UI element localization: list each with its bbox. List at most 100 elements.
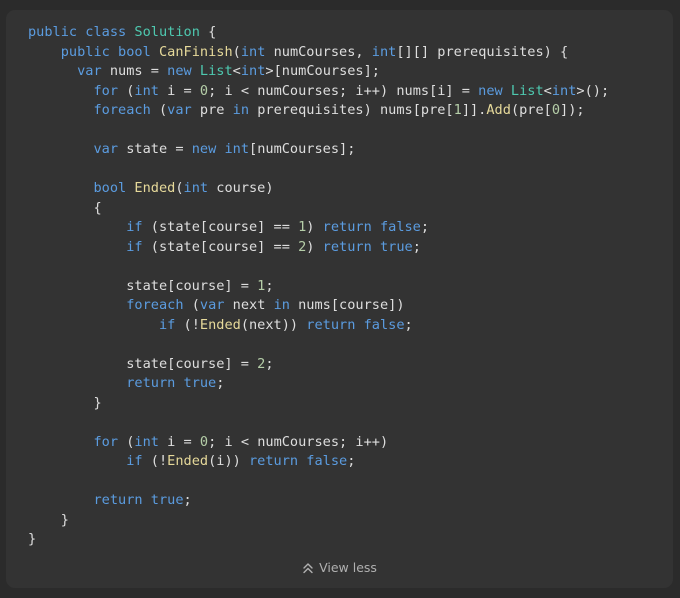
code-token-txt: (	[183, 297, 200, 313]
code-token-txt: ;	[412, 238, 421, 255]
code-token-kw: int	[240, 63, 266, 79]
code-token-txt: ;	[404, 316, 413, 333]
code-token-txt: ;	[420, 219, 430, 235]
code-token-kw: int	[134, 82, 159, 99]
code-token-kw: bool	[93, 180, 135, 196]
code-token-kw: for	[93, 82, 119, 99]
code-line: bool Ended(int course)	[28, 179, 609, 199]
code-line: public class Solution {	[28, 23, 609, 43]
code-token-kw: if	[126, 453, 143, 469]
code-line: var nums = new List<int>[numCourses];	[28, 62, 609, 82]
code-token-txt: ;	[347, 453, 356, 469]
code-token-txt: ;	[216, 375, 225, 391]
code-line: foreach (var pre in prerequisites) nums[…	[28, 101, 609, 121]
code-token-txt: {	[28, 199, 102, 216]
code-line: return true;	[28, 374, 609, 394]
code-line: foreach (var next in nums[course])	[28, 296, 609, 316]
code-token-txt: course)	[208, 180, 274, 196]
code-token-txt: [][] prerequisites) {	[396, 43, 569, 60]
code-token-num: 0	[551, 102, 561, 118]
code-token-num: 1	[453, 102, 462, 118]
code-token-fn: Ended	[199, 316, 241, 333]
code-line: }	[28, 530, 609, 550]
code-token-txt: (	[150, 102, 168, 118]
view-less-label: View less	[319, 560, 377, 575]
code-token-txt: i =	[158, 82, 200, 99]
code-token-txt: state[course] =	[28, 277, 258, 294]
code-token-txt: ; i < numCourses; i++) nums[i] =	[208, 82, 479, 99]
code-token-kw: int	[551, 82, 577, 99]
code-token-kw: var	[93, 141, 119, 157]
code-line: if (state[course] == 1) return false;	[28, 218, 609, 238]
code-token-txt: (!	[142, 453, 168, 469]
code-line: state[course] = 1;	[28, 277, 609, 297]
code-token-kw: for	[93, 433, 119, 450]
code-token-txt: (pre[	[510, 102, 552, 118]
code-line: for (int i = 0; i < numCourses; i++)	[28, 433, 609, 453]
code-token-txt: ]].	[461, 102, 487, 118]
code-line: var state = new int[numCourses];	[28, 140, 609, 160]
code-token-kw: int	[183, 180, 209, 196]
code-token-txt: }	[28, 394, 102, 411]
code-token-kw: in	[273, 297, 290, 313]
code-token-txt: <	[232, 63, 241, 79]
code-token-kw: foreach	[93, 102, 151, 118]
code-token-txt: numCourses,	[265, 43, 372, 60]
code-token-txt: state =	[118, 141, 192, 157]
code-token-kw: return false	[249, 453, 348, 469]
code-token-kw: if	[126, 238, 143, 255]
code-line: state[course] = 2;	[28, 355, 609, 375]
code-token-txt: (	[118, 433, 135, 450]
view-less-button[interactable]: View less	[6, 560, 673, 575]
code-token-txt: [numCourses];	[249, 141, 356, 157]
code-token-kw: in	[232, 102, 250, 118]
code-token-kw: int	[240, 43, 266, 60]
code-line: if (!Ended(next)) return false;	[28, 316, 609, 336]
code-token-txt: (	[175, 180, 184, 196]
code-token-kw: if	[126, 219, 143, 235]
code-token-kw: return true	[126, 375, 217, 391]
code-token-txt: (i))	[208, 453, 249, 469]
code-token-fn: Ended	[134, 180, 176, 196]
code-token-txt: ;	[265, 277, 274, 294]
code-block: public class Solution { public bool CanF…	[28, 23, 609, 550]
code-token-txt: (	[232, 43, 241, 60]
code-token-fn: Ended	[167, 453, 209, 469]
code-token-txt: (!	[175, 316, 200, 333]
code-token-kw: if	[158, 316, 176, 333]
code-token-kw: var	[77, 63, 102, 79]
code-token-kw: public bool	[60, 43, 159, 60]
code-token-kw: new	[478, 82, 511, 99]
code-token-txt: >();	[576, 82, 610, 99]
code-token-txt: ;	[265, 355, 274, 372]
code-line: public bool CanFinish(int numCourses, in…	[28, 43, 609, 63]
code-token-txt: {	[199, 24, 217, 40]
code-token-txt: <	[543, 82, 552, 99]
code-token-txt: prerequisites) nums[pre[	[249, 102, 454, 118]
code-token-kw: public class	[28, 24, 135, 40]
code-token-txt: nums =	[101, 63, 168, 79]
code-token-kw: foreach	[126, 297, 184, 313]
code-token-txt: >[numCourses];	[265, 63, 380, 79]
code-token-kw: var	[199, 297, 225, 313]
code-token-txt: (next))	[240, 316, 307, 333]
code-token-kw: var	[167, 102, 192, 118]
code-token-txt: (state[course] ==	[142, 219, 299, 235]
code-line: if (!Ended(i)) return false;	[28, 452, 609, 472]
